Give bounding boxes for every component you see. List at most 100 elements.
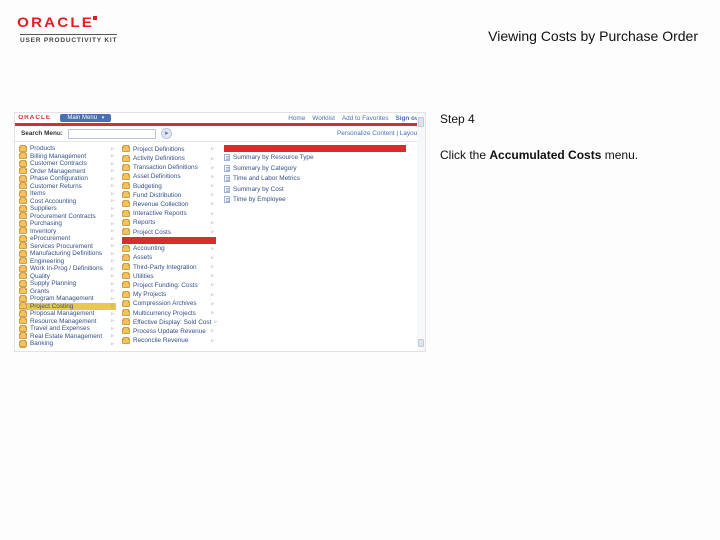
menu-item[interactable]: Project Costing▹ [19,303,116,310]
menu-item[interactable]: My Projects▹ [122,290,216,299]
scroll-thumb-bottom[interactable] [418,339,424,347]
menu-item-label: Activity Definitions [133,155,185,162]
menu-item[interactable]: Reports▹ [122,219,216,228]
menu-item[interactable]: eProcurement▹ [19,235,116,242]
menu-item[interactable]: Customer Returns▹ [19,183,116,190]
menu-item[interactable]: Assets▹ [122,254,216,263]
menu-item[interactable]: Budgeting▹ [122,182,216,191]
chevron-right-icon: ▹ [211,310,216,316]
chevron-right-icon: ▹ [211,220,216,226]
chevron-right-icon: ▹ [111,183,116,189]
instruction-text: Click the Accumulated Costs menu. [440,148,708,162]
menu-item[interactable]: Suppliers▹ [19,205,116,212]
menu-item[interactable]: Purchasing▹ [19,220,116,227]
submenu-item[interactable]: Time by Employee [224,195,406,205]
menu-item-label: Procurement Contracts [30,213,96,220]
menu-item[interactable]: Travel and Expenses▹ [19,325,116,332]
menu-item-label: Engineering [30,258,64,265]
menu-item-label: Time by Employee [233,196,286,203]
menu-item[interactable]: Reconcile Revenue▹ [122,336,216,345]
menu-item[interactable]: Project Costs▹ [122,228,216,237]
menu-item[interactable]: Items▹ [19,190,116,197]
chevron-right-icon: ▹ [111,243,116,249]
menu-item-label: Phase Configuration [30,175,88,182]
folder-icon [19,251,27,257]
chevron-right-icon: ▹ [211,211,216,217]
menu-item[interactable]: Process Update Revenue▹ [122,327,216,336]
app-topbar: ORACLE Main Menu ▾ Home Worklist Add to … [15,113,425,126]
folder-icon [19,146,27,152]
menu-item[interactable]: Supply Planning▹ [19,280,116,287]
folder-icon [19,153,27,159]
main-menu-button[interactable]: Main Menu ▾ [60,114,111,122]
menu-item[interactable]: Fund Distribution▹ [122,191,216,200]
menu-item[interactable]: Procurement Contracts ▹ [19,213,116,220]
menu-item[interactable]: Quality▹ [19,273,116,280]
folder-icon [19,236,27,242]
menu-item[interactable]: Proposal Management▹ [19,310,116,317]
menu-item[interactable]: Services Procurement▹ [19,243,116,250]
folder-icon [19,311,27,317]
submenu-item[interactable]: Time and Labor Metrics [224,174,406,184]
menu-item[interactable]: Utilities▹ [122,272,216,281]
menu-item[interactable]: Billing Management▹ [19,153,116,160]
menu-item[interactable]: Work In-Prog / Definitions▹ [19,265,116,272]
menu-item[interactable]: Project Definitions▹ [122,145,216,154]
folder-icon [122,220,130,226]
scrollbar[interactable] [417,113,425,351]
menu-item-selected[interactable]: Review Costs [122,237,216,244]
menu-item-label: Project Costs [133,229,171,236]
personalize-link[interactable]: Personalize Content | Layout [337,130,419,137]
submenu-item[interactable]: Summary by Resource Type [224,153,406,163]
menu-item[interactable]: Products▹ [19,145,116,152]
chevron-right-icon: ▹ [111,213,116,219]
menu-item-label: Cost Accounting [30,198,76,205]
menu-item[interactable]: Travel and Expenses▹ [19,348,116,349]
link-worklist[interactable]: Worklist [312,115,335,122]
menu-item[interactable]: Effective Display: Sold Cost▹ [122,318,216,327]
link-favorites[interactable]: Add to Favorites [342,115,389,122]
menu-item[interactable]: Cost Accounting▹ [19,198,116,205]
menu-item[interactable]: Multicurrency Projects▹ [122,309,216,318]
menu-item[interactable]: Banking▹ [19,340,116,347]
folder-icon [122,211,130,217]
scroll-thumb-top[interactable] [418,117,424,127]
menu-item[interactable]: Asset Definitions▹ [122,173,216,182]
menu-item-label: Order Management [30,168,85,175]
search-go-icon[interactable]: ➤ [161,128,172,139]
menu-item[interactable]: Inventory▹ [19,228,116,235]
menu-item[interactable]: Order Management▹ [19,168,116,175]
menu-item[interactable]: Transaction Definitions▹ [122,163,216,172]
folder-icon [122,255,130,261]
menu-item[interactable]: Accounting▹ [122,244,216,253]
menu-item-label: Process Update Revenue [133,328,206,335]
menu-item[interactable]: Grants▹ [19,288,116,295]
folder-icon [19,206,27,212]
submenu-item[interactable]: Summary by Cost [224,184,406,194]
menu-item[interactable]: Engineering▹ [19,258,116,265]
folder-icon [122,338,130,344]
menu-item[interactable]: Activity Definitions▹ [122,154,216,163]
menu-item[interactable]: Real Estate Management▹ [19,333,116,340]
menu-item-label: Manufacturing Definitions [30,250,102,257]
menu-item[interactable]: Interactive Reports▹ [122,209,216,218]
chevron-right-icon: ▹ [111,153,116,159]
search-input[interactable] [68,129,156,139]
menu-item[interactable]: Program Management▹ [19,295,116,302]
chevron-right-icon: ▹ [211,174,216,180]
menu-item[interactable]: Customer Contracts▹ [19,160,116,167]
document-icon [224,196,230,203]
menu-item[interactable]: Resource Management▹ [19,318,116,325]
menu-item[interactable]: Manufacturing Definitions▹ [19,250,116,257]
instruction-prefix: Click the [440,148,489,162]
menu-item-label: Grants [30,288,49,295]
menu-item[interactable]: Third-Party Integration▹ [122,263,216,272]
menu-item[interactable]: Project Funding: Costs▹ [122,281,216,290]
menu-item[interactable]: Phase Configuration▹ [19,175,116,182]
menu-item[interactable]: Revenue Collection▹ [122,200,216,209]
menu-item[interactable]: Compression Archives▹ [122,300,216,309]
link-home[interactable]: Home [288,115,305,122]
submenu-item[interactable]: Summary by Category [224,163,406,173]
folder-icon [19,161,27,167]
document-icon [224,154,230,161]
